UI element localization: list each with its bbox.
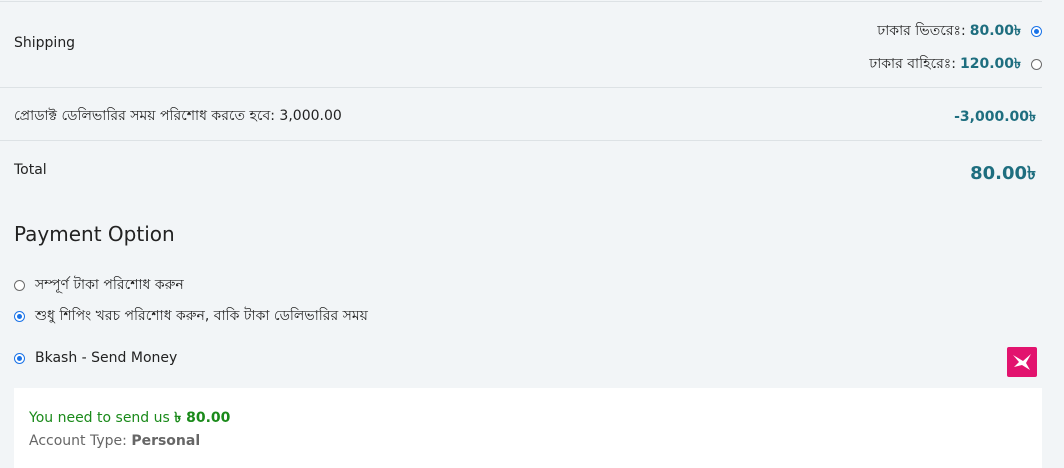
shipping-option-inside-label: ঢাকার ভিতরেঃ: <box>877 23 966 39</box>
total-label: Total <box>14 162 47 178</box>
divider-top <box>0 1 1042 2</box>
shipping-option-outside-label: ঢাকার বাহিরেঃ: <box>869 56 956 72</box>
shipping-option-outside-amount: 120.00৳ <box>960 56 1021 72</box>
payment-option-heading: Payment Option <box>14 222 175 246</box>
payment-full-radio[interactable] <box>14 279 25 291</box>
shipping-option-inside-dhaka[interactable]: ঢাকার ভিতরেঃ: 80.00৳ <box>877 19 1042 43</box>
account-type-prefix: Account Type: <box>29 433 127 449</box>
shipping-inside-radio[interactable] <box>1031 25 1042 37</box>
payment-full-label: সম্পূর্ণ টাকা পরিশোধ করুন <box>35 277 184 293</box>
bkash-bird-icon <box>1007 347 1037 377</box>
bkash-instructions-panel: You need to send us ৳ 80.00 Account Type… <box>14 388 1042 468</box>
payment-method-bkash[interactable]: Bkash - Send Money <box>14 350 177 366</box>
divider <box>0 87 1042 88</box>
account-type-line: Account Type: Personal <box>29 433 200 449</box>
send-amount: ৳ 80.00 <box>174 410 231 426</box>
account-type-value: Personal <box>131 433 201 449</box>
shipping-option-outside-dhaka[interactable]: ঢাকার বাহিরেঃ: 120.00৳ <box>869 52 1042 76</box>
bkash-method-label: Bkash - Send Money <box>35 350 178 366</box>
shipping-outside-radio[interactable] <box>1031 58 1042 70</box>
payment-shipping-only-label: শুধু শিপিং খরচ পরিশোধ করুন, বাকি টাকা ডে… <box>35 308 368 324</box>
send-prefix: You need to send us <box>29 410 170 426</box>
payment-option-full[interactable]: সম্পূর্ণ টাকা পরিশোধ করুন <box>14 273 184 297</box>
send-amount-line: You need to send us ৳ 80.00 <box>29 406 230 430</box>
cod-value: -3,000.00৳ <box>954 109 1036 125</box>
bkash-radio[interactable] <box>14 352 25 364</box>
payment-shipping-only-radio[interactable] <box>14 310 25 322</box>
total-value: 80.00৳ <box>970 163 1036 184</box>
cod-label: প্রোডাক্ট ডেলিভারির সময় পরিশোধ করতে হবে… <box>14 108 342 124</box>
shipping-option-inside-amount: 80.00৳ <box>969 23 1021 39</box>
divider <box>0 140 1042 141</box>
payment-option-shipping-only[interactable]: শুধু শিপিং খরচ পরিশোধ করুন, বাকি টাকা ডে… <box>14 304 368 328</box>
shipping-label: Shipping <box>14 35 76 51</box>
